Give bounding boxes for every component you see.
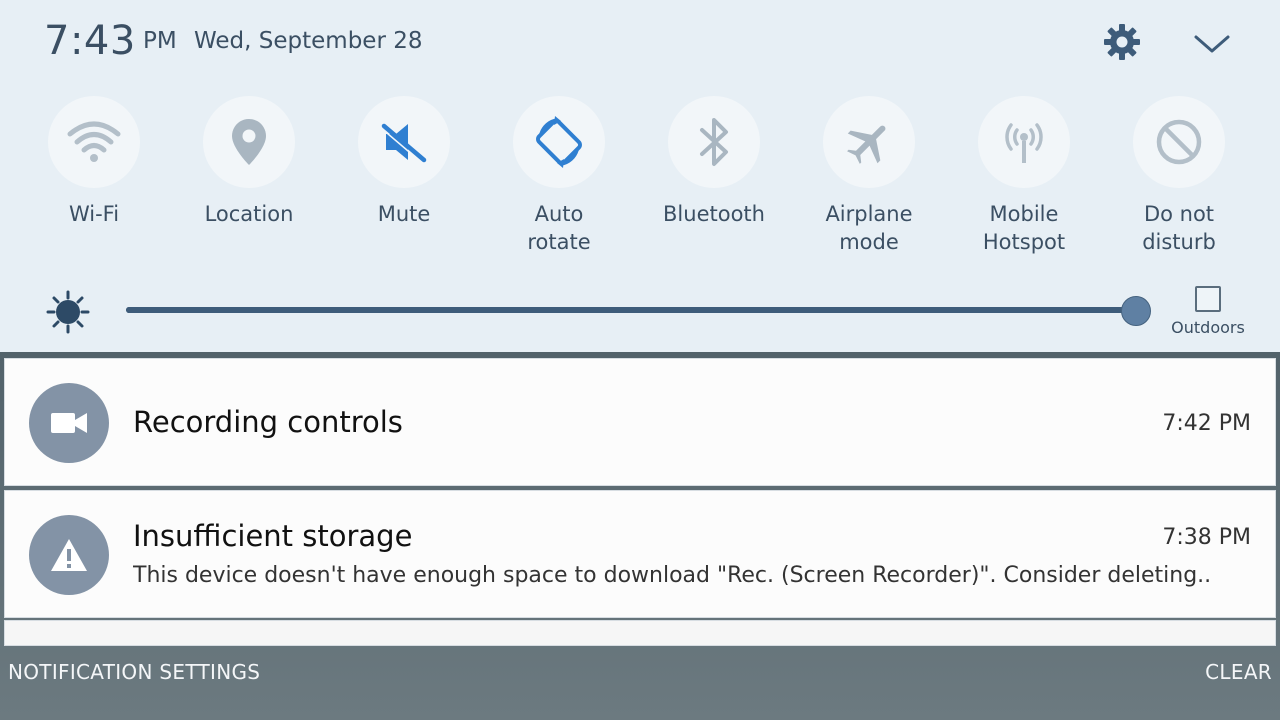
- outdoors-label: Outdoors: [1171, 318, 1245, 337]
- brightness-slider-thumb[interactable]: [1121, 296, 1151, 326]
- airplane-icon: [847, 125, 886, 164]
- tile-mobile-hotspot[interactable]: Mobile Hotspot: [946, 96, 1102, 266]
- brightness-icon-wrap: [46, 290, 90, 334]
- hotspot-icon: [1005, 123, 1043, 163]
- auto-rotate-icon: [536, 116, 582, 168]
- notification-title: Insufficient storage: [133, 519, 413, 553]
- tile-label-location: Location: [204, 202, 294, 226]
- tile-label-mute: Mute: [377, 202, 431, 226]
- brightness-slider-fill: [126, 307, 1136, 313]
- brightness-icon: [46, 290, 90, 334]
- bluetooth-icon: [700, 118, 728, 166]
- tile-do-not-disturb[interactable]: Do not disturb: [1101, 96, 1257, 266]
- outdoors-checkbox[interactable]: [1195, 286, 1221, 312]
- quick-settings-panel: 7:43 PM Wed, September 28 Wi-Fi Location…: [0, 0, 1280, 352]
- settings-button[interactable]: [1100, 20, 1144, 64]
- notification-time: 7:38 PM: [1162, 525, 1251, 550]
- tile-bluetooth[interactable]: Bluetooth: [636, 96, 792, 266]
- expand-button[interactable]: [1190, 24, 1234, 64]
- mute-icon: [380, 123, 427, 163]
- status-ampm: PM: [143, 28, 177, 54]
- warning-icon: [51, 539, 87, 571]
- location-icon: [232, 119, 266, 165]
- tile-auto-rotate[interactable]: Auto rotate: [481, 96, 637, 266]
- notification-time: 7:42 PM: [1162, 411, 1251, 436]
- chevron-down-icon: [1194, 35, 1230, 53]
- do-not-disturb-icon: [1156, 119, 1202, 165]
- tile-label-dnd: Do not disturb: [1142, 202, 1216, 254]
- clear-all-button[interactable]: CLEAR: [1205, 660, 1272, 684]
- tile-label-auto-rotate: Auto rotate: [527, 202, 591, 254]
- gear-icon: [1104, 24, 1140, 60]
- tile-label-wifi: Wi-Fi: [68, 202, 120, 226]
- tile-label-hotspot: Mobile Hotspot: [982, 202, 1066, 254]
- notification-insufficient-storage[interactable]: Insufficient storage 7:38 PM This device…: [4, 490, 1276, 618]
- notification-body: This device doesn't have enough space to…: [133, 563, 1212, 588]
- tile-mute[interactable]: Mute: [326, 96, 482, 266]
- notification-icon: [29, 383, 109, 463]
- notification-icon: [29, 515, 109, 595]
- notification-partial[interactable]: [4, 620, 1276, 646]
- tile-wifi[interactable]: Wi-Fi: [16, 96, 172, 266]
- tile-label-airplane: Airplane mode: [825, 202, 913, 254]
- tile-location[interactable]: Location: [171, 96, 327, 266]
- notification-title: Recording controls: [133, 405, 403, 439]
- notification-settings-button[interactable]: NOTIFICATION SETTINGS: [8, 660, 260, 684]
- quick-toggle-row: Wi-Fi Location Mute Auto rotate Bluetoot…: [16, 96, 1264, 266]
- notification-footer: NOTIFICATION SETTINGS CLEAR: [0, 646, 1280, 720]
- tile-label-bluetooth: Bluetooth: [663, 202, 765, 226]
- wifi-icon: [67, 121, 121, 162]
- status-date: Wed, September 28: [194, 28, 423, 54]
- status-time: 7:43: [44, 18, 136, 64]
- video-camera-icon: [51, 413, 87, 433]
- notification-recording-controls[interactable]: Recording controls 7:42 PM: [4, 358, 1276, 486]
- brightness-slider[interactable]: [126, 296, 1156, 326]
- tile-airplane-mode[interactable]: Airplane mode: [791, 96, 947, 266]
